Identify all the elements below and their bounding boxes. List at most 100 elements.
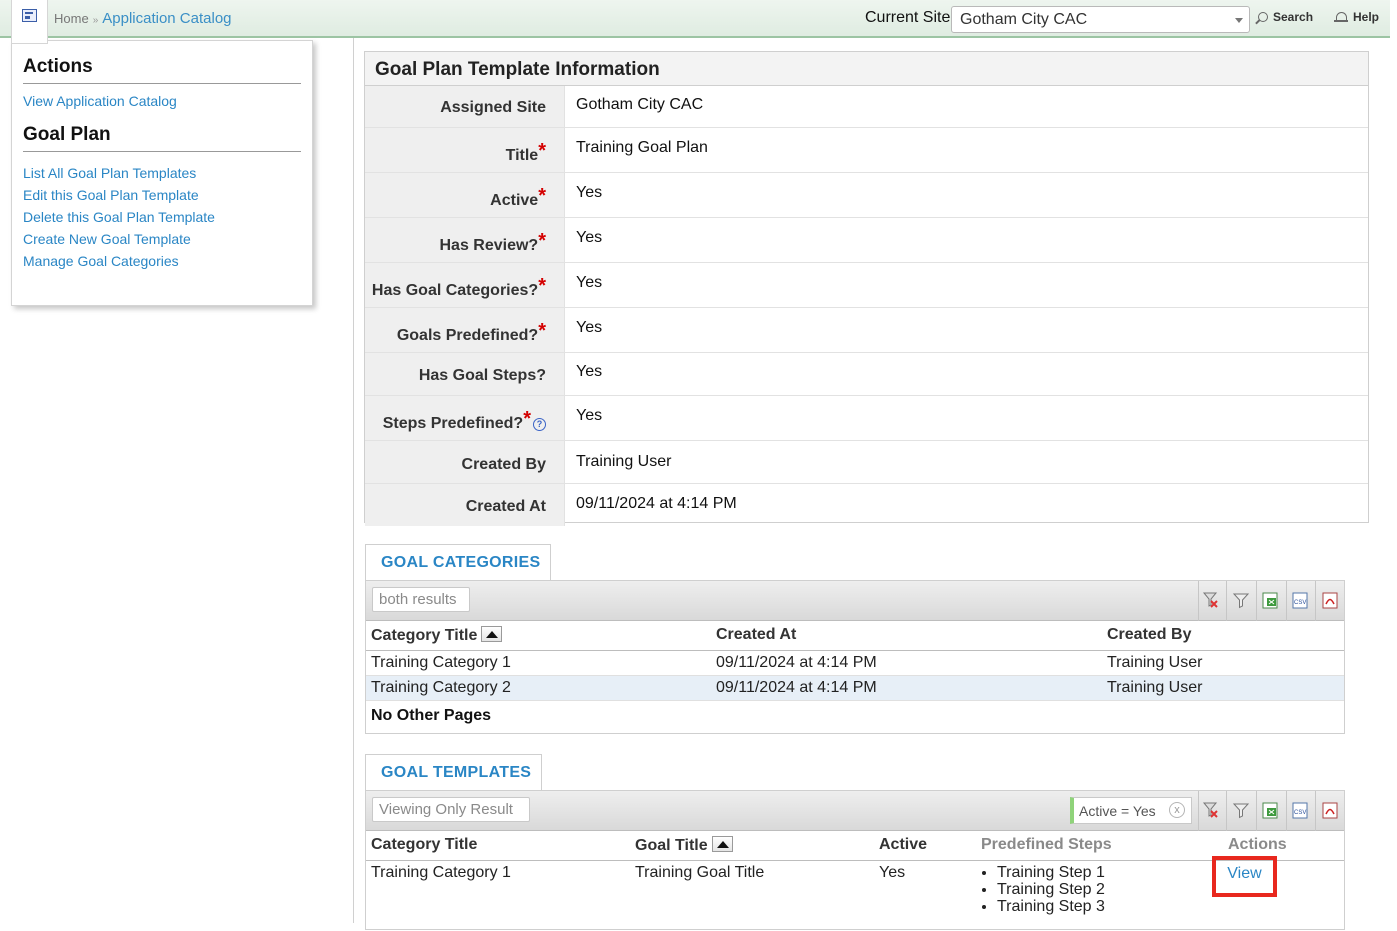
create-goal-template-link[interactable]: Create New Goal Template xyxy=(23,228,301,250)
pdf-icon[interactable] xyxy=(1321,801,1339,820)
info-label: Has Goal Steps? xyxy=(365,353,565,395)
table-row[interactable]: Training Category 1 09/11/2024 at 4:14 P… xyxy=(366,651,1344,676)
svg-text:CSV: CSV xyxy=(1294,600,1306,606)
view-goal-template-link[interactable]: View xyxy=(1212,856,1277,897)
column-header-predefined-steps: Predefined Steps xyxy=(981,836,1112,853)
info-label: Assigned Site xyxy=(365,86,565,127)
cell-category-title: Training Category 1 xyxy=(371,864,511,881)
search-link[interactable]: Search xyxy=(1258,10,1313,24)
info-row-title: Title* Training Goal Plan xyxy=(365,128,1368,173)
view-application-catalog-link[interactable]: View Application Catalog xyxy=(23,90,301,112)
actions-sidebar: Actions View Application Catalog Goal Pl… xyxy=(11,40,313,306)
info-value: 09/11/2024 at 4:14 PM xyxy=(576,495,737,512)
cell-created-by: Training User xyxy=(1107,679,1203,696)
required-marker: * xyxy=(538,320,546,342)
filter-icon[interactable] xyxy=(1232,801,1250,820)
delete-goal-plan-template-link[interactable]: Delete this Goal Plan Template xyxy=(23,206,301,228)
info-row-has-goal-steps: Has Goal Steps? Yes xyxy=(365,353,1368,396)
pagination-status: No Other Pages xyxy=(371,707,492,724)
actions-heading: Actions xyxy=(23,56,301,84)
header-text: Goal Title xyxy=(635,837,708,854)
toolbar-divider xyxy=(1315,791,1316,831)
info-label: Title* xyxy=(365,128,565,172)
home-button[interactable] xyxy=(11,0,48,44)
info-label-text: Active xyxy=(490,192,539,209)
toolbar-divider xyxy=(1256,791,1257,831)
toolbar-divider xyxy=(1286,791,1287,831)
info-label-text: Title xyxy=(505,147,539,164)
toolbar-divider xyxy=(1198,791,1199,831)
info-value: Yes xyxy=(576,274,603,291)
top-bar: Home» Application Catalog Current Site Go… xyxy=(0,0,1390,44)
help-link[interactable]: Help xyxy=(1334,10,1379,24)
search-icon xyxy=(1258,12,1268,22)
excel-icon[interactable] xyxy=(1261,801,1279,820)
toolbar-divider xyxy=(1226,791,1227,831)
info-label: Has Goal Categories?* xyxy=(365,263,565,307)
current-site-select[interactable]: Gotham City CAC xyxy=(951,6,1250,33)
info-row-steps-predefined: Steps Predefined?*? Yes xyxy=(365,396,1368,441)
info-value: Yes xyxy=(576,184,603,201)
current-site-label: Current Site xyxy=(865,9,951,26)
active-filter-chip[interactable]: Active = Yes x xyxy=(1070,797,1192,824)
manage-goal-categories-link[interactable]: Manage Goal Categories xyxy=(23,250,301,272)
info-label-text: Goals Predefined? xyxy=(396,327,539,344)
column-header-active[interactable]: Active xyxy=(879,836,927,854)
table-row[interactable]: Training Category 1 Training Goal Title … xyxy=(366,861,1344,931)
predefined-steps-list: Training Step 1 Training Step 2 Training… xyxy=(981,864,1105,915)
column-header-category-title[interactable]: Category Title xyxy=(371,626,503,645)
info-value: Yes xyxy=(576,407,603,424)
search-label: Search xyxy=(1273,10,1314,24)
sort-ascending-icon[interactable] xyxy=(481,626,503,642)
info-label-text: Created By xyxy=(461,456,546,473)
goal-plan-info-panel: Goal Plan Template Information Assigned … xyxy=(364,51,1369,526)
info-value: Yes xyxy=(576,319,603,336)
column-header-goal-title[interactable]: Goal Title xyxy=(635,836,733,855)
clear-filter-icon[interactable] xyxy=(1202,591,1220,610)
filter-icon[interactable] xyxy=(1232,591,1250,610)
edit-goal-plan-template-link[interactable]: Edit this Goal Plan Template xyxy=(23,184,301,206)
info-label: Created By xyxy=(365,441,565,483)
result-count-chip: both results xyxy=(372,587,470,612)
sort-ascending-icon[interactable] xyxy=(711,836,733,852)
csv-icon[interactable]: CSV xyxy=(1291,801,1309,820)
filter-chip-label: Active = Yes xyxy=(1079,803,1156,819)
list-goal-plan-templates-link[interactable]: List All Goal Plan Templates xyxy=(23,162,301,184)
chevron-down-icon xyxy=(1235,18,1243,23)
header-text: Category Title xyxy=(371,627,478,644)
table-row[interactable]: Training Category 2 09/11/2024 at 4:14 P… xyxy=(366,676,1344,701)
column-header-created-at[interactable]: Created At xyxy=(716,626,796,644)
toolbar-divider xyxy=(1286,581,1287,621)
breadcrumb-home[interactable]: Home xyxy=(54,11,89,26)
info-row-created-by: Created By Training User xyxy=(365,441,1368,484)
grid-header-row: Category Title Goal Title Active Predefi… xyxy=(366,831,1344,861)
csv-icon[interactable]: CSV xyxy=(1291,591,1309,610)
pdf-icon[interactable] xyxy=(1321,591,1339,610)
info-panel-title: Goal Plan Template Information xyxy=(365,52,1368,86)
breadcrumb-application-catalog[interactable]: Application Catalog xyxy=(102,10,231,27)
toolbar-divider xyxy=(1315,581,1316,621)
tab-goal-templates[interactable]: GOAL TEMPLATES xyxy=(365,754,542,791)
toolbar-divider xyxy=(1226,581,1227,621)
help-label: Help xyxy=(1353,10,1380,24)
info-value: Yes xyxy=(576,363,603,380)
tab-goal-categories[interactable]: GOAL CATEGORIES xyxy=(365,544,551,581)
column-header-category-title[interactable]: Category Title xyxy=(371,836,477,854)
help-icon xyxy=(1334,12,1348,22)
clear-filter-icon[interactable] xyxy=(1202,801,1220,820)
required-marker: * xyxy=(538,230,546,252)
excel-icon[interactable] xyxy=(1261,591,1279,610)
info-label-text: Has Goal Categories? xyxy=(371,282,539,299)
grid-toolbar: Viewing Only Result Active = Yes x CSV xyxy=(366,791,1344,831)
goal-plan-heading: Goal Plan xyxy=(23,124,301,152)
goal-categories-grid: both results CSV Category Title Created … xyxy=(365,580,1345,734)
cell-active: Yes xyxy=(879,864,906,881)
info-label-text: Steps Predefined? xyxy=(382,415,524,432)
grid-toolbar: both results CSV xyxy=(366,581,1344,621)
required-marker: * xyxy=(523,408,531,430)
help-question-icon[interactable]: ? xyxy=(533,418,546,431)
info-label-text: Assigned Site xyxy=(440,99,546,116)
column-header-created-by[interactable]: Created By xyxy=(1107,626,1191,644)
required-marker: * xyxy=(538,185,546,207)
remove-filter-icon[interactable]: x xyxy=(1169,802,1185,818)
